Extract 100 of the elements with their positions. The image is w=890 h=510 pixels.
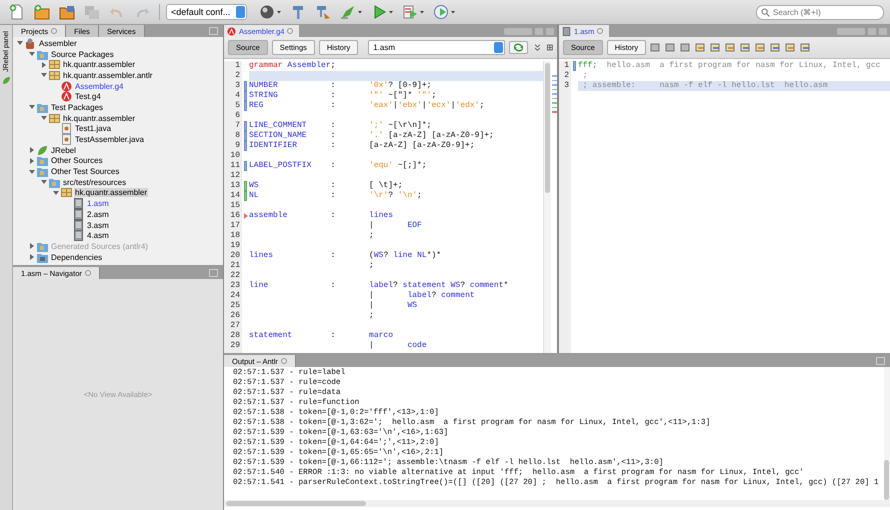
line-number: 20 <box>229 251 240 261</box>
caret-icon <box>358 10 362 14</box>
editor-tool-icon[interactable] <box>800 42 812 52</box>
editor-tool-icon[interactable] <box>695 42 706 52</box>
disclosure-arrow-icon[interactable] <box>17 40 23 46</box>
tree-item-icon <box>73 230 84 242</box>
line-number: 2 <box>234 71 240 81</box>
plus-box-icon[interactable] <box>547 44 553 51</box>
tree-item[interactable]: 2.asm <box>86 210 110 219</box>
line-number: 13 <box>229 181 240 191</box>
tree-item[interactable]: Other Sources <box>50 156 104 166</box>
line-number: 16 <box>229 211 240 221</box>
line-number: 29 <box>229 341 240 351</box>
line-number: 28 <box>229 331 240 341</box>
line-number: 10 <box>229 151 240 161</box>
editor-tool-icon[interactable] <box>770 42 782 52</box>
refresh-button[interactable] <box>509 41 528 54</box>
document-icon <box>562 26 571 36</box>
code-line: REG : 'eax'|'ebx'|'ecx'|'edx'; <box>249 101 484 110</box>
caret-icon <box>277 10 282 14</box>
tree-item-icon <box>61 134 72 146</box>
leaf-icon <box>2 76 10 85</box>
code-line: ; <box>368 231 374 240</box>
disclosure-arrow-icon[interactable] <box>29 158 35 164</box>
stacked-squares-icon <box>84 4 100 20</box>
editor-tool-icon[interactable] <box>680 42 692 52</box>
scrollbar-thumb[interactable] <box>545 63 550 193</box>
tree-item-icon <box>37 252 48 263</box>
tree-item[interactable]: hk.quantr.assembler <box>62 114 136 123</box>
disclosure-arrow-icon[interactable] <box>53 190 59 196</box>
tree-item[interactable]: hk.quantr.assembler <box>74 188 148 198</box>
tree-item-icon <box>49 112 60 124</box>
code-line: | WS <box>368 301 418 310</box>
editor-tool-icon[interactable] <box>710 42 722 52</box>
line-number: 2 <box>563 71 569 81</box>
editor-tool-icon[interactable] <box>785 42 796 52</box>
new-folder-icon <box>34 4 50 20</box>
editor-tool-icon[interactable] <box>725 42 736 52</box>
search-icon <box>761 8 770 16</box>
scrollbar-thumb[interactable] <box>884 460 889 500</box>
disclosure-arrow-icon[interactable] <box>41 72 47 78</box>
editor-tool-icon[interactable] <box>650 42 662 52</box>
editor-tool-icon[interactable] <box>740 42 752 52</box>
code-line: statement : marco <box>249 331 394 340</box>
tree-item[interactable]: Assembler <box>38 38 78 48</box>
code-line: NUMBER : '0x'? [0-9]+; <box>249 81 432 90</box>
line-number: 8 <box>234 131 240 141</box>
code-line: LABEL_POSTFIX : 'equ' ~[;]*; <box>249 161 427 170</box>
code-line: NL : '\r'? '\n'; <box>249 191 422 200</box>
tree-item-icon <box>37 155 48 166</box>
disclosure-arrow-icon[interactable] <box>29 104 35 110</box>
new-document-icon <box>9 4 25 20</box>
tree-item-icon <box>49 59 60 70</box>
disclosure-arrow-icon[interactable] <box>29 147 35 154</box>
disclosure-arrow-icon[interactable] <box>29 168 35 175</box>
tree-item[interactable]: Source Packages <box>50 50 115 59</box>
tree-item-icon <box>73 198 84 210</box>
tree-item-icon <box>25 38 36 49</box>
tree-item[interactable]: hk.quantr.assembler.antlr <box>62 70 154 80</box>
code-line: LINE_COMMENT : ';' ~[\r\n]*; <box>249 121 432 130</box>
disclosure-arrow-icon[interactable] <box>41 62 47 68</box>
tree-item[interactable]: Other Test Sources <box>50 167 120 176</box>
line-number: 24 <box>229 291 240 301</box>
tree-item[interactable]: Test1.java <box>74 124 112 134</box>
tree-item[interactable]: JRebel <box>50 146 77 155</box>
configuration-dropdown[interactable]: <default conf... <box>166 4 248 20</box>
disclosure-arrow-icon[interactable] <box>29 254 35 260</box>
tree-item[interactable]: 4.asm <box>86 231 110 240</box>
code-line: lines : (WS? line NL*)* <box>249 251 442 260</box>
line-number: 18 <box>229 231 240 241</box>
tree-item[interactable]: TestAssembler.java <box>74 135 145 144</box>
tree-item-icon <box>37 166 48 178</box>
editor-tool-icon[interactable] <box>755 42 766 52</box>
line-number: 4 <box>234 91 240 101</box>
chevron-icon[interactable] <box>535 44 540 51</box>
tree-item-icon <box>37 144 48 156</box>
editor-tool-icon[interactable] <box>665 42 676 52</box>
sphere-icon <box>259 4 276 20</box>
disclosure-arrow-icon[interactable] <box>29 51 35 58</box>
grammar-file-icon <box>227 26 236 36</box>
line-number: 21 <box>229 261 240 271</box>
scrollbar-thumb[interactable] <box>226 501 366 506</box>
line-number: 12 <box>229 171 240 181</box>
disclosure-arrow-icon[interactable] <box>41 179 47 186</box>
caret-icon <box>389 10 394 14</box>
line-number: 5 <box>234 101 240 111</box>
tree-item[interactable]: 3.asm <box>86 220 110 230</box>
tree-item[interactable]: Test.g4 <box>74 92 102 102</box>
caret-icon <box>420 10 424 14</box>
tree-item-icon <box>61 187 72 198</box>
input-file-dropdown[interactable]: 1.asm <box>368 40 506 55</box>
tree-item[interactable]: Test Packages <box>50 102 104 112</box>
disclosure-arrow-icon[interactable] <box>41 115 47 122</box>
tree-item[interactable]: src/test/resources <box>62 178 128 187</box>
tree-item[interactable]: hk.quantr.assembler <box>62 60 136 70</box>
tree-item-icon <box>49 70 60 81</box>
tree-item[interactable]: Dependencies <box>50 252 104 262</box>
tree-item[interactable]: 1.asm <box>86 199 110 208</box>
tree-item[interactable]: Assembler.g4 <box>74 82 124 91</box>
search-field[interactable]: Search (⌘+I) <box>756 4 884 20</box>
